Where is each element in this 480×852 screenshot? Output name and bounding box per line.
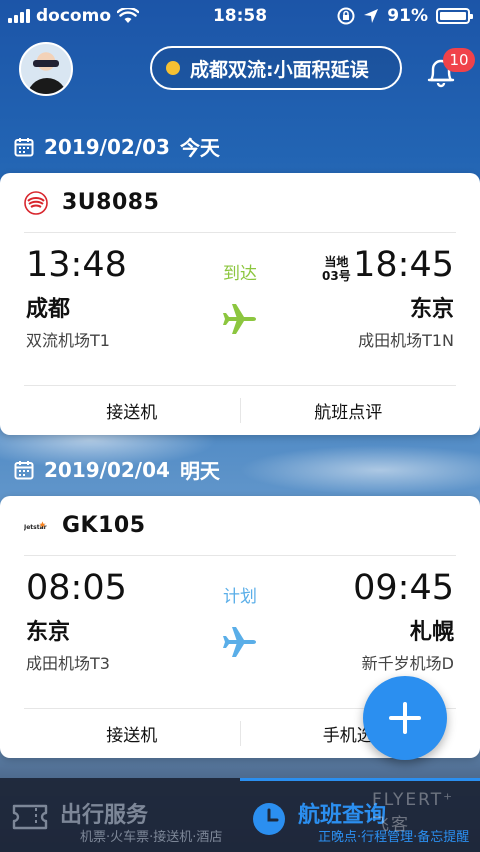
flight-status: 到达 xyxy=(223,264,257,284)
location-icon xyxy=(364,9,379,23)
tab-title: 出行服务 xyxy=(60,803,149,828)
status-bar: docomo 18:58 91% xyxy=(0,0,480,32)
calendar-icon xyxy=(14,137,34,156)
airport-status-pill[interactable]: 成都双流:小面积延误 xyxy=(150,46,402,90)
jetstar-logo-icon: Jetstar xyxy=(24,514,48,538)
add-flight-button[interactable] xyxy=(363,676,447,760)
pickup-button[interactable]: 接送机 xyxy=(24,709,240,758)
airplane-icon xyxy=(223,304,256,334)
departure-city: 成都 xyxy=(26,297,71,322)
date-text: 2019/02/04 xyxy=(44,457,170,482)
day-label: 今天 xyxy=(179,136,220,160)
flight-number: GK105 xyxy=(62,513,146,538)
flight-review-button[interactable]: 航班点评 xyxy=(241,386,457,435)
departure-airport: 双流机场T1 xyxy=(26,331,110,350)
calendar-icon xyxy=(14,460,34,479)
watermark: FLYERT⁺ 飞客 xyxy=(372,790,455,835)
alert-dot-icon xyxy=(166,61,180,75)
day-label: 明天 xyxy=(179,459,220,483)
arrival-city: 札幌 xyxy=(409,620,454,645)
flight-number: 3U8085 xyxy=(62,190,160,215)
pickup-button[interactable]: 接送机 xyxy=(24,386,240,435)
avatar[interactable] xyxy=(19,42,73,96)
date-header: 2019/02/03 今天 xyxy=(14,132,220,161)
date-text: 2019/02/03 xyxy=(44,134,170,159)
arrival-airport: 成田机场T1N xyxy=(358,331,454,350)
ticket-icon xyxy=(12,804,48,830)
date-header: 2019/02/04 明天 xyxy=(14,455,220,484)
plus-icon xyxy=(389,702,421,734)
notification-badge: 10 xyxy=(443,48,475,72)
tab-travel-services[interactable]: 出行服务 机票·火车票·接送机·酒店 xyxy=(0,778,240,852)
sichuan-airlines-logo-icon xyxy=(24,190,48,215)
flight-card[interactable]: 3U8085 13:48 到达 当地 03号 18:45 成都 东京 双流机场T… xyxy=(0,173,480,435)
battery-icon xyxy=(436,8,473,24)
departure-city: 东京 xyxy=(26,620,71,645)
tab-subtitle: 机票·火车票·接送机·酒店 xyxy=(80,830,223,845)
airplane-icon xyxy=(223,627,256,657)
arrival-city: 东京 xyxy=(409,297,454,322)
battery-percent: 91% xyxy=(387,6,428,26)
airport-status-text: 成都双流:小面积延误 xyxy=(190,58,369,81)
clock-icon xyxy=(253,803,285,835)
arrival-airport: 新千岁机场D xyxy=(361,654,454,673)
departure-airport: 成田机场T3 xyxy=(26,654,110,673)
arrival-time: 09:45 xyxy=(353,568,454,608)
departure-time: 13:48 xyxy=(26,245,127,285)
flight-status: 计划 xyxy=(223,587,257,607)
rotation-lock-icon xyxy=(337,7,355,25)
arrival-time: 18:45 xyxy=(353,245,454,285)
departure-time: 08:05 xyxy=(26,568,127,608)
arrival-local-day: 当地 03号 xyxy=(322,255,351,283)
